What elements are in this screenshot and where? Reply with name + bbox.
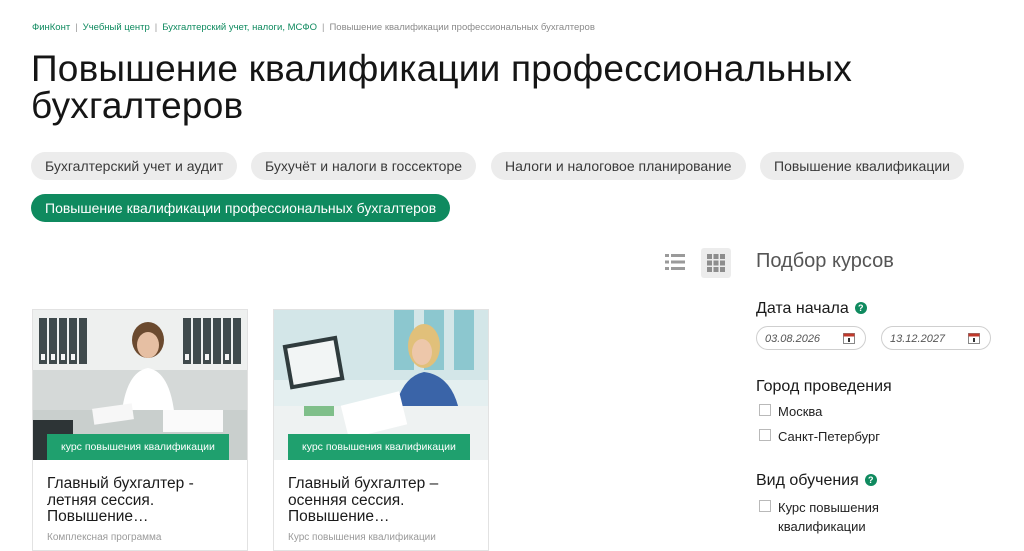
breadcrumb-separator: | — [322, 22, 325, 33]
city-filter-label: Город проведения — [756, 378, 892, 395]
tag-professional-accountants[interactable]: Повышение квалификации профессиональных … — [31, 194, 451, 222]
calendar-icon[interactable] — [843, 333, 855, 344]
checkbox-label: Санкт-Петербург — [778, 429, 880, 444]
filter-title: Подбор курсов — [756, 250, 894, 272]
course-card[interactable]: курс повышения квалификации Главный бухг… — [32, 309, 248, 551]
date-filter-label-text: Дата начала — [756, 300, 849, 317]
checkbox-label: Курс повышения квалификации — [778, 500, 879, 534]
course-title[interactable]: Главный бухгалтер - летняя сессия. Повыш… — [47, 475, 237, 526]
date-from-input[interactable]: 03.08.2026 — [756, 326, 866, 350]
help-icon[interactable]: ? — [854, 302, 867, 314]
list-view-button[interactable] — [664, 251, 686, 273]
breadcrumb: ФинКонт | Учебный центр | Бухгалтерский учет… — [32, 22, 595, 33]
breadcrumb-separator: | — [75, 22, 78, 33]
page-title: Повышение квалификации профессиональных … — [31, 48, 853, 126]
date-filter-label: Дата начала? — [756, 300, 867, 318]
type-filter-label: Вид обучения? — [756, 472, 877, 490]
date-to-input[interactable]: 13.12.2027 — [881, 326, 991, 350]
list-icon — [665, 254, 685, 270]
tag-accounting-audit[interactable]: Бухгалтерский учет и аудит — [31, 152, 238, 180]
calendar-icon[interactable] — [968, 333, 980, 344]
tag-tax-planning[interactable]: Налоги и налоговое планирование — [491, 152, 746, 180]
breadcrumb-link-training-center[interactable]: Учебный центр — [83, 22, 150, 33]
checkbox-label: Москва — [778, 404, 823, 419]
date-to-value: 13.12.2027 — [890, 333, 946, 345]
checkbox[interactable] — [759, 429, 771, 441]
course-type-badge: курс повышения квалификации — [47, 434, 229, 460]
type-filter-label-text: Вид обучения — [756, 472, 859, 489]
grid-view-button[interactable] — [701, 248, 731, 278]
course-title[interactable]: Главный бухгалтер – осенняя сессия. Повы… — [288, 475, 478, 526]
tag-qualification[interactable]: Повышение квалификации — [760, 152, 964, 180]
checkbox[interactable] — [759, 404, 771, 416]
breadcrumb-link-fincont[interactable]: ФинКонт — [32, 22, 70, 33]
grid-icon — [707, 254, 725, 272]
tag-public-sector[interactable]: Бухучёт и налоги в госсекторе — [251, 152, 477, 180]
breadcrumb-link-accounting[interactable]: Бухгалтерский учет, налоги, МСФО — [162, 22, 317, 33]
date-from-value: 03.08.2026 — [765, 333, 821, 345]
course-type-badge: курс повышения квалификации — [288, 434, 470, 460]
breadcrumb-separator: | — [154, 22, 158, 33]
help-icon[interactable]: ? — [864, 474, 877, 486]
course-card[interactable]: курс повышения квалификации Главный бухг… — [273, 309, 489, 551]
checkbox[interactable] — [759, 500, 771, 512]
breadcrumb-current: Повышение квалификации профессиональных … — [329, 22, 595, 33]
